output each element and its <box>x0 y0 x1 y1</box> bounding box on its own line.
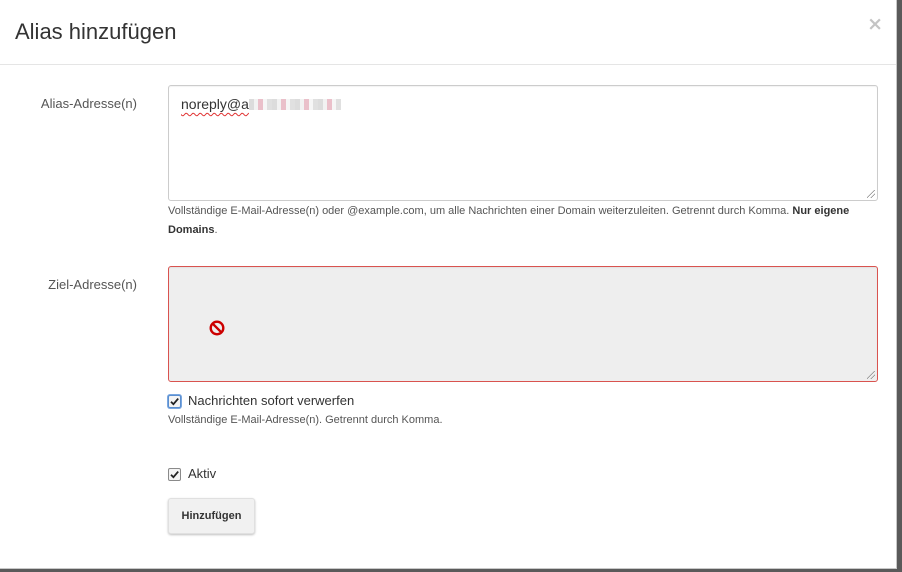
alias-help-end: . <box>214 224 218 236</box>
alias-address-text: noreply@a <box>181 96 249 112</box>
resize-grip-icon[interactable] <box>867 190 875 198</box>
checkmark-icon <box>170 470 179 479</box>
no-entry-icon <box>209 320 225 336</box>
add-alias-dialog: Alias hinzufügen × Alias-Adresse(n) nore… <box>0 0 897 569</box>
discard-messages-label[interactable]: Nachrichten sofort verwerfen <box>188 393 354 409</box>
alias-address-help: Vollständige E-Mail-Adresse(n) oder @exa… <box>168 202 868 240</box>
alias-address-value: noreply@a <box>181 95 341 113</box>
discard-messages-checkbox[interactable] <box>168 394 181 408</box>
add-alias-button[interactable]: Hinzufügen <box>168 498 255 534</box>
target-address-textarea[interactable] <box>168 266 878 382</box>
active-checkbox[interactable] <box>168 467 181 481</box>
target-address-label: Ziel-Adresse(n) <box>48 277 137 292</box>
checkmark-icon <box>170 397 179 406</box>
close-button[interactable]: × <box>867 14 883 34</box>
target-address-help: Vollständige E-Mail-Adresse(n). Getrennt… <box>168 414 443 426</box>
alias-address-textarea[interactable]: noreply@a <box>168 85 878 201</box>
alias-address-label: Alias-Adresse(n) <box>40 96 137 111</box>
redacted-domain <box>248 99 341 110</box>
alias-help-text: Vollständige E-Mail-Adresse(n) oder @exa… <box>168 205 793 217</box>
dialog-title: Alias hinzufügen <box>15 19 177 44</box>
resize-grip-icon[interactable] <box>867 371 875 379</box>
dialog-header: Alias hinzufügen × <box>0 0 896 65</box>
discard-messages-row[interactable]: Nachrichten sofort verwerfen <box>168 393 354 409</box>
active-label[interactable]: Aktiv <box>188 466 216 482</box>
active-row[interactable]: Aktiv <box>168 466 216 482</box>
